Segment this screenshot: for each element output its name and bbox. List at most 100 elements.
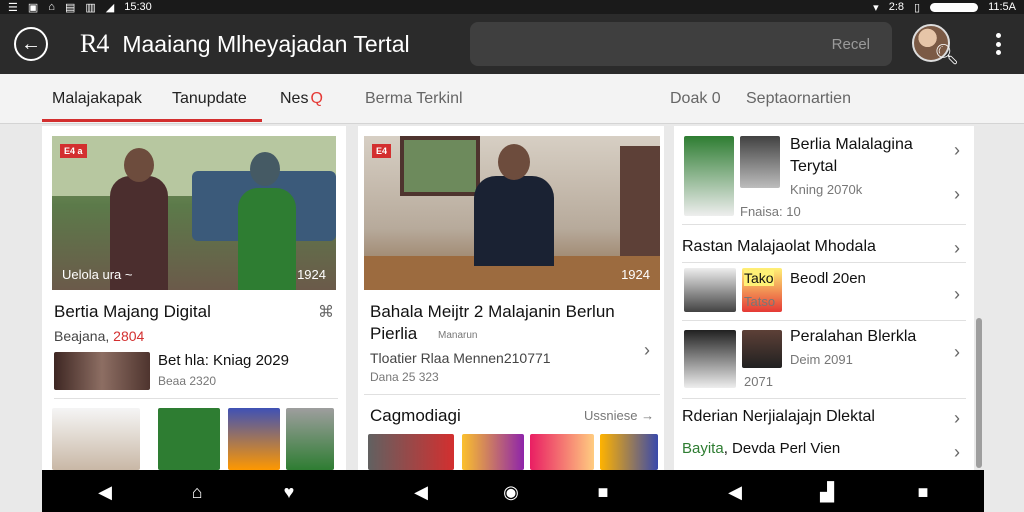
news-badge: E4 a [60, 144, 87, 158]
thumbnail-4[interactable] [600, 434, 658, 470]
back-triangle-icon[interactable]: ◀ [724, 481, 746, 503]
status-bar-left: ☰ ▣ ⌂ ▤ ▥ ◢ 15:30 [8, 1, 152, 14]
list-thumbnail[interactable] [684, 268, 736, 312]
thumbnail-gray[interactable] [286, 408, 334, 470]
divider [682, 262, 966, 263]
divider [54, 398, 338, 399]
chevron-right-icon[interactable]: › [954, 140, 960, 161]
back-triangle-icon[interactable]: ◀ [410, 481, 432, 503]
image-door [620, 146, 660, 256]
apps-icon[interactable]: ▟ [816, 481, 838, 503]
status-text: 2:8 [888, 1, 904, 13]
notification-icon: ☰ [8, 1, 18, 14]
home-icon[interactable]: ⌂ [186, 481, 208, 503]
column-middle: E4 1924 Bahala Meijtr 2 Malajanin Berlun… [358, 126, 664, 470]
thumbnail-1[interactable] [368, 434, 454, 470]
list-thumbnail[interactable] [742, 330, 782, 368]
divider [364, 394, 660, 395]
image-caption: Uelola ura ~ [62, 267, 133, 282]
system-nav-bar: ◀ ⌂ ♥ ◀ ◉ ■ ◀ ▟ ■ [42, 470, 984, 512]
thumbnail-3[interactable] [530, 434, 594, 470]
card-subtitle-text: Beajana, [54, 328, 114, 344]
home-circle-icon[interactable]: ◉ [500, 481, 522, 503]
list-title-green: Bayita [682, 440, 724, 457]
back-arrow-icon[interactable]: ← [14, 27, 48, 61]
chevron-right-icon[interactable]: › [954, 408, 960, 429]
tab-septaornartien[interactable]: Septaornartien [746, 90, 851, 108]
list-thumbnail[interactable] [684, 330, 736, 388]
list-title[interactable]: Rderian Nerjialajajn Dlektal [682, 408, 875, 426]
notification-pill [930, 2, 979, 12]
thumbnail-green[interactable] [158, 408, 220, 470]
list-thumbnail[interactable] [740, 136, 780, 188]
app-logo: R4 [80, 29, 109, 58]
item-date: Beaa 2320 [158, 374, 217, 388]
bookmark-icon[interactable]: ⌘ [318, 302, 334, 322]
see-more-link[interactable]: Ussniese → [584, 408, 654, 423]
search-input[interactable]: Recel [470, 22, 892, 66]
divider [682, 224, 966, 225]
tab-malajakapak[interactable]: Malajakapak [52, 90, 142, 108]
scrollbar[interactable] [976, 318, 982, 468]
thumbnail-blue[interactable] [228, 408, 280, 470]
clock-text: 15:30 [124, 1, 152, 13]
tv-icon: ▣ [27, 1, 39, 14]
list-title[interactable]: Beodl 20en [790, 270, 866, 287]
list-meta: 2071 [744, 374, 773, 389]
search-icon[interactable]: 🔍︎ [934, 42, 959, 67]
list-title[interactable]: Rastan Malajaolat Mhodala [682, 238, 876, 256]
recents-square-icon[interactable]: ■ [592, 481, 614, 503]
status-bar-right: ▾ 2:8 ▯ 11:5A [873, 1, 1016, 14]
back-triangle-icon[interactable]: ◀ [94, 481, 116, 503]
more-menu-icon[interactable] [988, 30, 1008, 58]
chevron-right-icon[interactable]: › [954, 442, 960, 463]
list-meta: Fnaisa: 10 [740, 204, 801, 219]
chevron-right-icon[interactable]: › [954, 184, 960, 205]
list-title[interactable]: Peralahan Blerkla [790, 328, 916, 346]
app-title: Maaiang Mlheyajadan Tertal [122, 30, 410, 57]
image-person [474, 176, 554, 266]
home-icon: ⌂ [48, 1, 55, 13]
tab-tanupdate[interactable]: Tanupdate [172, 90, 247, 108]
card-title-line1[interactable]: Bahala Meijtr 2 Malajanin Berlun [370, 302, 615, 322]
divider [682, 398, 966, 399]
tab-berma-terkinl[interactable]: Berma Terkinl [365, 90, 463, 108]
thumbnail-2[interactable] [462, 434, 524, 470]
list-tag: Tako [744, 270, 774, 286]
wifi-icon: ◢ [105, 1, 115, 14]
item-title[interactable]: Bet hla: Kniag 2029 [158, 352, 289, 369]
active-tab-indicator [42, 119, 262, 122]
card-title[interactable]: Bertia Majang Digital [54, 302, 211, 322]
item-thumbnail[interactable] [54, 352, 150, 390]
list-thumbnail[interactable] [684, 136, 734, 216]
chevron-right-icon[interactable]: › [954, 342, 960, 363]
list-title[interactable]: Bayita, Devda Perl Vien [682, 440, 840, 457]
image-number: 1924 [621, 267, 650, 282]
tab-doak[interactable]: Doak 0 [670, 90, 721, 108]
recents-square-icon[interactable]: ■ [912, 481, 934, 503]
section-title: Cagmodiagi [370, 406, 461, 425]
chevron-right-icon[interactable]: › [644, 340, 650, 361]
card-title-line2[interactable]: Pierlia [370, 324, 417, 344]
list-title-line1[interactable]: Berlia Malalagina [790, 136, 913, 154]
tab-nes-badge: Q [310, 90, 323, 107]
news-card-image[interactable]: E4 1924 [364, 136, 660, 290]
thumbnail-person[interactable] [52, 408, 140, 470]
card-red-note: Manarun [438, 330, 478, 341]
status-bar: ☰ ▣ ⌂ ▤ ▥ ◢ 15:30 ▾ 2:8 ▯ 11:5A [0, 0, 1024, 14]
tab-nes[interactable]: Nes Q [280, 90, 323, 108]
chevron-right-icon[interactable]: › [954, 238, 960, 259]
image-head-right [250, 152, 280, 186]
app-bar: ← R4 Maaiang Mlheyajadan Tertal Recel 🔍︎ [0, 14, 1024, 74]
wifi-icon: ▾ [873, 1, 879, 14]
image-number: 1924 [297, 267, 326, 282]
image-window [400, 136, 480, 196]
heart-icon[interactable]: ♥ [278, 481, 300, 503]
tab-bar: Malajakapak Tanupdate Nes Q Berma Terkinl… [0, 74, 1024, 124]
column-left: E4 a Uelola ura ~ 1924 Bertia Majang Dig… [42, 126, 346, 470]
list-meta: Tatso [744, 294, 776, 309]
chevron-right-icon[interactable]: › [954, 284, 960, 305]
list-title-line2[interactable]: Terytal [790, 158, 837, 176]
news-card-image[interactable]: E4 a Uelola ura ~ 1924 [52, 136, 336, 290]
divider [682, 320, 966, 321]
